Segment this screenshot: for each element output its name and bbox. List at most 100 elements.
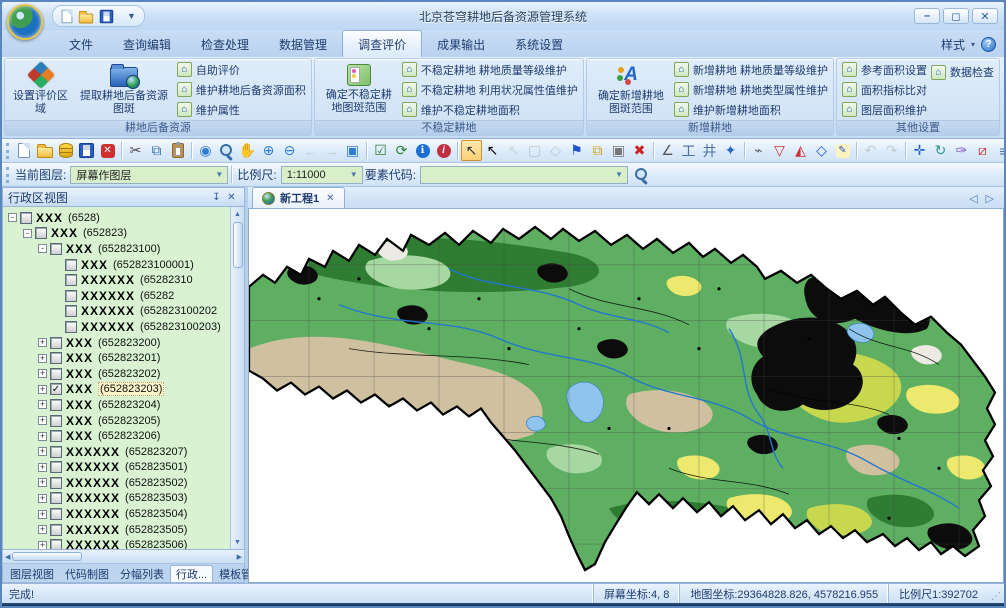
toolbar-previous-view[interactable]: ← [300,140,321,161]
ribbon-tab[interactable]: 系统设置 [500,31,578,57]
toolbar-vertical-measure-tool[interactable]: 工 [678,140,699,161]
panel-tab[interactable]: 行政... [170,565,213,582]
style-menu-arrow-icon[interactable]: ▾ [971,40,975,49]
toolbar-database[interactable] [55,140,76,161]
tree-item[interactable]: +XXXXXX(652823502) [6,475,230,491]
tree-item[interactable]: +XXXXXX(652823501) [6,460,230,476]
expand-box-icon[interactable]: + [38,463,47,472]
tree-horizontal-scrollbar[interactable]: ◀ ▶ [2,550,245,564]
pin-icon[interactable]: ↧ [209,190,224,204]
maintain-attributes-button[interactable]: ⌂维护属性 [177,102,306,118]
collapse-box-icon[interactable]: - [8,213,17,222]
expand-box-icon[interactable]: + [38,447,47,456]
tree-item[interactable]: -XXX(6528) [6,210,230,226]
expand-box-icon[interactable]: + [38,510,47,519]
tree-checkbox[interactable] [50,461,62,473]
ribbon-tab[interactable]: 成果输出 [422,31,500,57]
tree-item[interactable]: +✓XXX(652823203) [6,382,230,398]
toolbar-open-folder[interactable] [34,140,55,161]
tab-scroll-left-icon[interactable]: ◁ [969,192,977,205]
toolbar-next-view[interactable]: → [321,140,342,161]
reference-area-settings-button[interactable]: ⌂参考面积设置 [842,62,927,78]
scroll-up-icon[interactable]: ▲ [234,208,241,220]
expand-box-icon[interactable]: + [38,354,47,363]
open-folder-icon[interactable] [79,13,93,23]
tree-item[interactable]: XXXXXX(65282310 [6,272,230,288]
toolbar-refresh-view[interactable]: ⟳ [391,140,412,161]
toolbar-transform-feature[interactable]: ▣ [608,140,629,161]
panel-close-icon[interactable]: ✕ [224,190,239,204]
toolbar-save[interactable] [76,140,97,161]
app-globe-icon[interactable] [7,4,43,40]
ribbon-tab[interactable]: 检查处理 [186,31,264,57]
toolbar-new-document[interactable] [13,140,34,161]
toolbar-snap-tool[interactable]: ⌁ [748,140,769,161]
tree-checkbox[interactable] [20,212,32,224]
tab-scroll-right-icon[interactable]: ▷ [986,192,994,205]
layer-area-maintain-button[interactable]: ⌂图层面积维护 [842,102,927,118]
panel-tab[interactable]: 分幅列表 [115,565,169,582]
toolbar-grip[interactable] [6,143,9,159]
toolbar-split-line-tool[interactable]: ⧄ [972,140,993,161]
tree-item[interactable]: -XXX(652823100) [6,241,230,257]
toolbar-edit-polygon-tool[interactable]: ✎ [832,140,853,161]
expand-box-icon[interactable]: + [38,432,47,441]
tree-checkbox[interactable] [50,415,62,427]
toolbar-pan-tool[interactable]: ✋ [237,140,258,161]
new-quality-grade-button[interactable]: ⌂新增耕地 耕地质量等级维护 [674,62,828,78]
tree-checkbox[interactable] [50,337,62,349]
toolbar-paste[interactable] [167,140,188,161]
scrollbar-thumb[interactable] [12,552,82,561]
tree-checkbox[interactable] [50,430,62,442]
toolbar-grid-measure-tool[interactable]: 井 [699,140,720,161]
toolbar-zoom-tool[interactable] [216,140,237,161]
self-evaluation-button[interactable]: ⌂自助评价 [177,62,306,78]
tree-checkbox[interactable] [50,446,62,458]
define-new-parcel-extent-button[interactable]: A 确定新增耕地图斑范围 [592,61,670,118]
toolbar-attribute-info[interactable]: i [433,140,454,161]
tree-item[interactable]: XXXXXX(65282 [6,288,230,304]
panel-tab[interactable]: 图层视图 [5,565,59,582]
scale-select[interactable]: 1:11000 ▼ [281,166,363,184]
map-document-tab[interactable]: 新工程1 ✕ [252,187,345,208]
tree-checkbox[interactable]: ✓ [50,383,62,395]
tree-item[interactable]: +XXX(652823202) [6,366,230,382]
panel-tab[interactable]: 代码制图 [60,565,114,582]
tree-item[interactable]: XXXXXX(652823100203) [6,319,230,335]
tree-item[interactable]: +XXX(652823201) [6,350,230,366]
extract-reserve-parcels-button[interactable]: 提取耕地后备资源图斑 [75,61,173,118]
tree-checkbox[interactable] [65,305,77,317]
maximize-button[interactable]: ◻ [943,8,969,24]
toolbar-cut[interactable]: ✂ [125,140,146,161]
tree-item[interactable]: +XXXXXX(652823506) [6,537,230,549]
new-document-icon[interactable] [62,9,73,23]
expand-box-icon[interactable]: + [38,478,47,487]
toolbar-zoom-to-rectangle[interactable]: ▣ [342,140,363,161]
ribbon-tab[interactable]: 调查评价 [342,30,422,57]
tree-item[interactable]: +XXX(652823206) [6,428,230,444]
tree-item[interactable]: +XXXXXX(652823503) [6,491,230,507]
expand-box-icon[interactable]: + [38,541,47,549]
ribbon-tab[interactable]: 查询编辑 [108,31,186,57]
expand-box-icon[interactable]: + [38,525,47,534]
save-icon[interactable] [100,9,114,23]
toolbar-identify-info[interactable]: ℹ [412,140,433,161]
qat-customize-arrow-icon[interactable]: ▼ [127,11,136,21]
minimize-button[interactable]: – [914,8,940,24]
toolbar-grip[interactable] [6,167,9,183]
resize-grip[interactable]: ⋰ [988,584,1004,603]
toolbar-close-project[interactable]: ✕ [97,140,118,161]
toolbar-measure-tool[interactable]: ∠ [657,140,678,161]
area-indicator-compare-button[interactable]: ⌂面积指标比对 [842,82,927,98]
scroll-down-icon[interactable]: ▼ [234,536,241,548]
tree-item[interactable]: +XXXXXX(652823504) [6,506,230,522]
tree-checkbox[interactable] [65,274,77,286]
ribbon-tab[interactable]: 数据管理 [264,31,342,57]
toolbar-copy-feature[interactable]: ⧉ [587,140,608,161]
feature-code-select[interactable]: ▼ [420,166,628,184]
toolbar-diamond-tool[interactable]: ◇ [811,140,832,161]
tree-checkbox[interactable] [65,259,77,271]
unstable-usage-attribute-button[interactable]: ⌂不稳定耕地 利用状况属性值维护 [402,82,578,98]
tree-checkbox[interactable] [35,227,47,239]
toolbar-copy[interactable]: ⧉ [146,140,167,161]
